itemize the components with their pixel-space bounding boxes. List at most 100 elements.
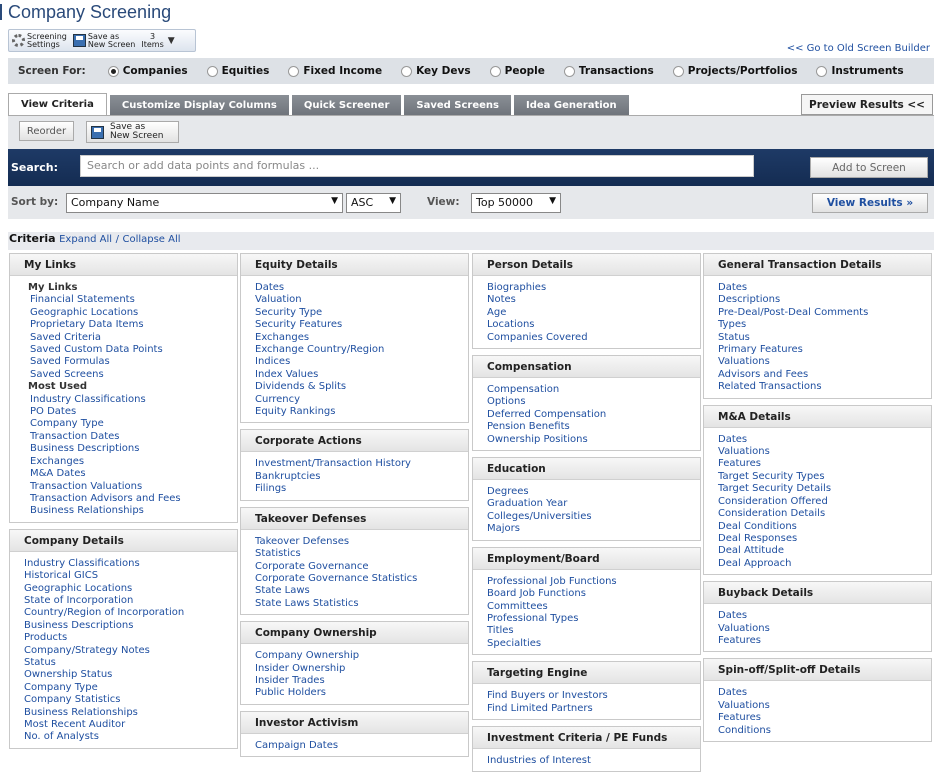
criteria-link[interactable]: Company Type [24, 682, 237, 694]
criteria-link[interactable]: Company/Strategy Notes [24, 645, 237, 657]
criteria-link[interactable]: Options [487, 396, 700, 408]
criteria-link[interactable]: Proprietary Data Items [24, 319, 237, 331]
criteria-link[interactable]: Valuations [718, 623, 931, 635]
criteria-link[interactable]: Transaction Dates [24, 431, 237, 443]
criteria-link[interactable]: Index Values [255, 369, 468, 381]
criteria-link[interactable]: Bankruptcies [255, 471, 468, 483]
criteria-link[interactable]: State Laws Statistics [255, 598, 468, 610]
criteria-link[interactable]: Status [718, 332, 931, 344]
criteria-link[interactable]: Advisors and Fees [718, 369, 931, 381]
old-screen-builder-link[interactable]: << Go to Old Screen Builder [787, 43, 930, 54]
criteria-link[interactable]: Valuations [718, 700, 931, 712]
criteria-link[interactable]: Transaction Valuations [24, 481, 237, 493]
criteria-box-title[interactable]: Investor Activism [241, 711, 468, 734]
criteria-link[interactable]: Deal Responses [718, 533, 931, 545]
criteria-box-title[interactable]: Company Ownership [241, 622, 468, 645]
criteria-box-title[interactable]: Corporate Actions [241, 430, 468, 453]
tab-customize-display-columns[interactable]: Customize Display Columns [109, 95, 289, 115]
criteria-link[interactable]: Financial Statements [24, 294, 237, 306]
criteria-link[interactable]: Ownership Status [24, 669, 237, 681]
criteria-link[interactable]: Features [718, 635, 931, 647]
collapse-all-link[interactable]: Collapse All [122, 234, 180, 245]
criteria-link[interactable]: Security Type [255, 307, 468, 319]
criteria-link[interactable]: Takeover Defenses [255, 536, 468, 548]
criteria-link[interactable]: Related Transactions [718, 381, 931, 393]
criteria-box-title[interactable]: Compensation [473, 356, 700, 379]
criteria-box-title[interactable]: Takeover Defenses [241, 507, 468, 530]
expand-all-link[interactable]: Expand All [59, 234, 112, 245]
screen-for-option-people[interactable]: People [489, 65, 545, 77]
criteria-box-title[interactable]: My Links [10, 254, 237, 276]
criteria-link[interactable]: Ownership Positions [487, 434, 700, 446]
criteria-link[interactable]: Investment/Transaction History [255, 458, 468, 470]
criteria-link[interactable]: Exchanges [24, 456, 237, 468]
criteria-box-title[interactable]: Person Details [473, 254, 700, 276]
criteria-link[interactable]: Saved Formulas [24, 356, 237, 368]
criteria-link[interactable]: Descriptions [718, 294, 931, 306]
screen-for-option-instruments[interactable]: Instruments [816, 65, 904, 77]
criteria-link[interactable]: Corporate Governance [255, 561, 468, 573]
criteria-link[interactable]: Primary Features [718, 344, 931, 356]
criteria-link[interactable]: PO Dates [24, 406, 237, 418]
criteria-link[interactable]: Currency [255, 394, 468, 406]
criteria-link[interactable]: M&A Dates [24, 468, 237, 480]
criteria-link[interactable]: Geographic Locations [24, 307, 237, 319]
criteria-link[interactable]: Company Type [24, 418, 237, 430]
criteria-link[interactable]: Companies Covered [487, 332, 700, 344]
reorder-button[interactable]: Reorder [19, 121, 74, 141]
criteria-link[interactable]: Public Holders [255, 687, 468, 699]
screen-for-option-fixed-income[interactable]: Fixed Income [288, 65, 382, 77]
radio-icon[interactable] [206, 65, 218, 77]
radio-icon[interactable] [672, 65, 684, 77]
criteria-link[interactable]: Dates [718, 282, 931, 294]
criteria-link[interactable]: Colleges/Universities [487, 511, 700, 523]
criteria-link[interactable]: Corporate Governance Statistics [255, 573, 468, 585]
criteria-link[interactable]: Find Limited Partners [487, 703, 700, 715]
criteria-link[interactable]: Dates [718, 687, 931, 699]
criteria-link[interactable]: Deal Approach [718, 558, 931, 570]
criteria-link[interactable]: Committees [487, 601, 700, 613]
criteria-link[interactable]: No. of Analysts [24, 731, 237, 743]
criteria-link[interactable]: Find Buyers or Investors [487, 690, 700, 702]
items-counter[interactable]: 3 Items ▼ [138, 30, 181, 51]
criteria-link[interactable]: Company Ownership [255, 650, 468, 662]
criteria-box-title[interactable]: Buyback Details [704, 582, 931, 605]
criteria-link[interactable]: Country/Region of Incorporation [24, 607, 237, 619]
criteria-link[interactable]: Consideration Details [718, 508, 931, 520]
criteria-link[interactable]: Business Relationships [24, 707, 237, 719]
criteria-link[interactable]: Status [24, 657, 237, 669]
criteria-box-title[interactable]: Company Details [10, 529, 237, 552]
screen-for-option-transactions[interactable]: Transactions [563, 65, 654, 77]
criteria-link[interactable]: Saved Custom Data Points [24, 344, 237, 356]
criteria-link[interactable]: Most Recent Auditor [24, 719, 237, 731]
criteria-link[interactable]: Pre-Deal/Post-Deal Comments [718, 307, 931, 319]
criteria-link[interactable]: Types [718, 319, 931, 331]
criteria-link[interactable]: Industries of Interest [487, 755, 700, 767]
criteria-link[interactable]: Indices [255, 356, 468, 368]
criteria-link[interactable]: Exchange Country/Region [255, 344, 468, 356]
screen-for-option-companies[interactable]: Companies [107, 65, 188, 77]
radio-icon[interactable] [489, 65, 501, 77]
criteria-link[interactable]: Dates [255, 282, 468, 294]
screening-settings-button[interactable]: Screening Settings [9, 30, 70, 51]
criteria-link[interactable]: Business Relationships [24, 505, 237, 517]
criteria-link[interactable]: Equity Rankings [255, 406, 468, 418]
criteria-link[interactable]: Graduation Year [487, 498, 700, 510]
criteria-link[interactable]: Statistics [255, 548, 468, 560]
tab-quick-screener[interactable]: Quick Screener [291, 95, 402, 115]
search-input[interactable]: Search or add data points and formulas .… [80, 155, 754, 177]
criteria-link[interactable]: Deal Conditions [718, 521, 931, 533]
criteria-link[interactable]: Specialties [487, 638, 700, 650]
radio-icon[interactable] [816, 65, 828, 77]
criteria-link[interactable]: Business Descriptions [24, 620, 237, 632]
save-as-new-screen-button-2[interactable]: Save as New Screen [86, 121, 179, 143]
criteria-link[interactable]: Professional Types [487, 613, 700, 625]
criteria-link[interactable]: Notes [487, 294, 700, 306]
criteria-box-title[interactable]: Investment Criteria / PE Funds [473, 726, 700, 749]
criteria-link[interactable]: Target Security Types [718, 471, 931, 483]
criteria-link[interactable]: Features [718, 458, 931, 470]
criteria-link[interactable]: Insider Trades [255, 675, 468, 687]
criteria-link[interactable]: Industry Classifications [24, 558, 237, 570]
tab-saved-screens[interactable]: Saved Screens [404, 95, 511, 115]
radio-icon[interactable] [288, 65, 300, 77]
